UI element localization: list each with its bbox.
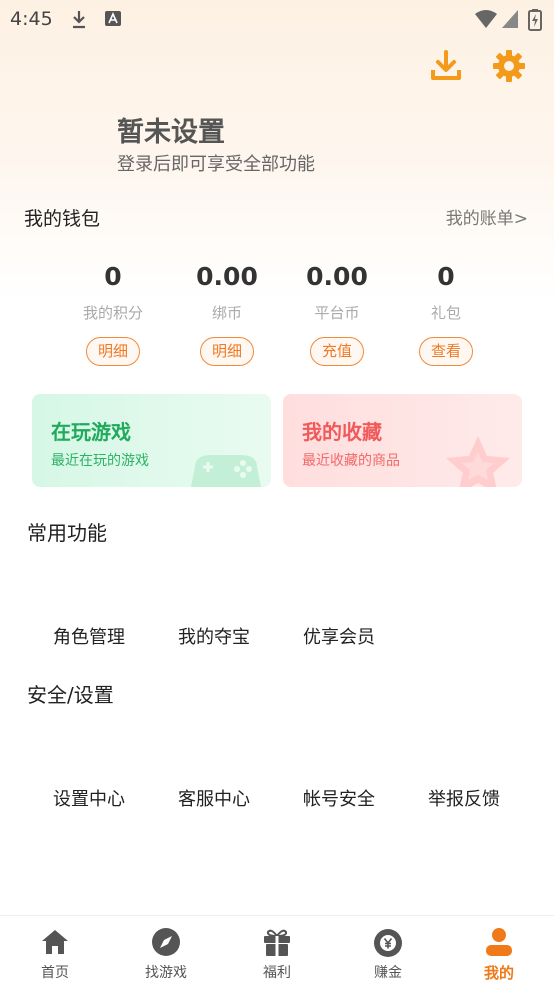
customer-service-item[interactable]: 客服中心 [159,785,269,811]
tab-find-games[interactable]: 找游戏 [111,916,221,985]
account-security-item[interactable]: 帐号安全 [284,785,394,811]
stat-gift-pack: 0 礼包 查看 [391,262,501,366]
stat-bound-coin: 0.00 绑币 明细 [172,262,282,366]
stat-value: 0 [104,262,122,291]
stat-value: 0 [437,262,455,291]
security-settings-title: 安全/设置 [27,683,114,707]
tab-earn[interactable]: 赚金 [333,916,443,985]
signal-icon [502,10,518,28]
stat-label: 我的积分 [82,304,143,322]
profile-subtitle[interactable]: 登录后即可享受全部功能 [117,150,315,176]
card-subtitle: 最近在玩的游戏 [51,453,149,469]
card-title: 在玩游戏 [51,420,131,444]
my-treasure-item[interactable]: 我的夺宝 [159,623,269,649]
tab-label: 找游戏 [145,965,187,981]
report-feedback-item[interactable]: 举报反馈 [409,785,519,811]
vip-member-item[interactable]: 优享会员 [284,623,394,649]
tab-label: 福利 [263,965,291,981]
tab-label: 赚金 [374,965,402,981]
points-detail-button[interactable]: 明细 [86,337,140,366]
card-subtitle: 最近收藏的商品 [302,453,400,469]
settings-center-item[interactable]: 设置中心 [34,785,144,811]
stat-value: 0.00 [196,262,258,291]
money-bag-icon [374,929,402,957]
battery-icon [528,9,542,31]
stat-label: 绑币 [211,304,242,322]
bottom-tab-bar: 首页 找游戏 福利 赚金 我的 [0,915,554,985]
gamepad-icon [191,455,261,487]
tab-mine[interactable]: 我的 [444,916,554,985]
playing-games-card[interactable]: 在玩游戏 最近在玩的游戏 [32,394,271,487]
tab-label: 我的 [483,964,514,982]
stat-points: 0 我的积分 明细 [58,262,168,366]
stat-label: 平台币 [314,304,360,322]
gift-icon [264,929,290,956]
stat-value: 0.00 [306,262,368,291]
profile-name[interactable]: 暂未设置 [117,110,225,149]
bill-link[interactable]: 我的账单> [446,204,528,229]
top-actions [0,48,554,88]
download-status-icon [73,11,85,29]
favorites-card[interactable]: 我的收藏 最近收藏的商品 [283,394,522,487]
home-icon [42,930,68,954]
bound-coin-detail-button[interactable]: 明细 [200,337,254,366]
role-management-item[interactable]: 角色管理 [34,623,144,649]
wifi-icon [475,10,497,28]
tab-label: 首页 [41,965,69,981]
keyboard-status-icon [105,11,121,26]
tab-welfare[interactable]: 福利 [222,916,332,985]
star-icon [446,436,510,487]
common-functions-title: 常用功能 [27,521,107,545]
view-gift-button[interactable]: 查看 [419,337,473,366]
user-icon [486,928,512,956]
gear-icon[interactable] [491,48,527,84]
download-icon[interactable] [428,48,464,84]
wallet-title: 我的钱包 [24,208,101,230]
status-bar: 4:45 [0,0,554,38]
tab-home[interactable]: 首页 [0,916,110,985]
card-title: 我的收藏 [302,420,382,444]
compass-icon [152,928,180,956]
stat-platform-coin: 0.00 平台币 充值 [282,262,392,366]
status-time: 4:45 [10,8,53,30]
stat-label: 礼包 [430,304,461,322]
recharge-button[interactable]: 充值 [310,337,364,366]
